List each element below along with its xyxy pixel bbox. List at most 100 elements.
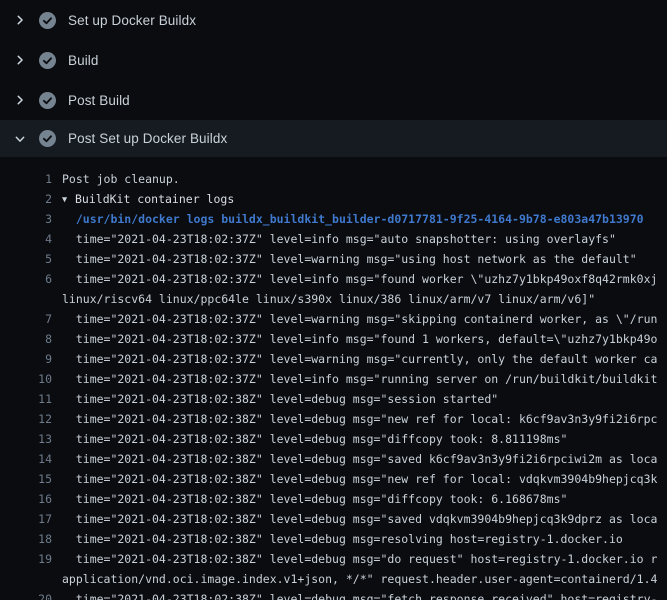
chevron-icon[interactable]: [12, 52, 28, 68]
log-line-text: time="2021-04-23T18:02:38Z" level=debug …: [62, 429, 567, 449]
log-line-number[interactable]: 16: [0, 489, 52, 509]
log-line: 4 time="2021-04-23T18:02:37Z" level=info…: [0, 229, 667, 249]
log-line-text: time="2021-04-23T18:02:38Z" level=debug …: [62, 489, 567, 509]
log-text: /usr/bin/docker logs buildx_buildkit_bui…: [62, 212, 644, 226]
log-line: 7 time="2021-04-23T18:02:37Z" level=warn…: [0, 309, 667, 329]
log-text: time="2021-04-23T18:02:37Z" level=warnin…: [62, 252, 637, 266]
log-line: 20 time="2021-04-23T18:02:38Z" level=deb…: [0, 589, 667, 600]
check-circle-icon: [39, 52, 56, 69]
log-line-text: time="2021-04-23T18:02:38Z" level=debug …: [62, 409, 657, 429]
log-text: time="2021-04-23T18:02:38Z" level=debug …: [62, 392, 498, 406]
log-line-number[interactable]: 4: [0, 229, 52, 249]
log-lines: 1 Post job cleanup. 2 ▼BuildKit containe…: [0, 157, 667, 600]
log-text: application/vnd.oci.image.index.v1+json,…: [62, 572, 657, 586]
log-line-text: time="2021-04-23T18:02:37Z" level=warnin…: [62, 309, 657, 329]
log-line-number[interactable]: 17: [0, 509, 52, 529]
log-line-number[interactable]: 11: [0, 389, 52, 409]
check-circle-icon: [39, 12, 56, 29]
log-text: BuildKit container logs: [75, 192, 234, 206]
log-text: time="2021-04-23T18:02:37Z" level=warnin…: [62, 352, 657, 366]
log-line-text: time="2021-04-23T18:02:37Z" level=warnin…: [62, 249, 637, 269]
log-line-number[interactable]: 13: [0, 429, 52, 449]
log-line-number[interactable]: 19: [0, 549, 52, 569]
log-line-text: linux/riscv64 linux/ppc64le linux/s390x …: [62, 289, 595, 309]
log-text: time="2021-04-23T18:02:38Z" level=debug …: [62, 552, 657, 566]
step-label: Build: [68, 53, 99, 68]
log-line: linux/riscv64 linux/ppc64le linux/s390x …: [0, 289, 667, 309]
log-text: time="2021-04-23T18:02:38Z" level=debug …: [62, 492, 567, 506]
chevron-icon[interactable]: [12, 131, 28, 147]
log-line-text: time="2021-04-23T18:02:37Z" level=info m…: [62, 369, 657, 389]
log-group-toggle-icon[interactable]: ▼: [62, 190, 75, 210]
log-line-number[interactable]: 9: [0, 349, 52, 369]
log-line-number[interactable]: 20: [0, 589, 52, 600]
log-line-number[interactable]: [0, 289, 52, 309]
log-line-number[interactable]: 3: [0, 209, 52, 229]
log-line-text: time="2021-04-23T18:02:38Z" level=debug …: [62, 509, 657, 529]
chevron-icon[interactable]: [12, 12, 28, 28]
log-text: time="2021-04-23T18:02:38Z" level=debug …: [62, 452, 657, 466]
log-line-text: time="2021-04-23T18:02:37Z" level=info m…: [62, 329, 657, 349]
log-text: time="2021-04-23T18:02:38Z" level=debug …: [62, 532, 623, 546]
log-line-text: /usr/bin/docker logs buildx_buildkit_bui…: [62, 209, 644, 229]
step-header[interactable]: Set up Docker Buildx: [0, 0, 667, 40]
actions-log-viewer: Set up Docker Buildx Build P: [0, 0, 667, 600]
log-line-text: time="2021-04-23T18:02:38Z" level=debug …: [62, 469, 657, 489]
log-text: time="2021-04-23T18:02:37Z" level=warnin…: [62, 312, 657, 326]
log-line: application/vnd.oci.image.index.v1+json,…: [0, 569, 667, 589]
log-line-text: time="2021-04-23T18:02:38Z" level=debug …: [62, 549, 657, 569]
log-line-text: time="2021-04-23T18:02:37Z" level=warnin…: [62, 349, 657, 369]
log-line-text: time="2021-04-23T18:02:38Z" level=debug …: [62, 529, 623, 549]
step-header[interactable]: Post Set up Docker Buildx: [0, 120, 667, 157]
step-header[interactable]: Build: [0, 40, 667, 80]
log-text: time="2021-04-23T18:02:37Z" level=info m…: [62, 272, 657, 286]
log-line-text: time="2021-04-23T18:02:37Z" level=info m…: [62, 269, 657, 289]
log-line: 14 time="2021-04-23T18:02:38Z" level=deb…: [0, 449, 667, 469]
log-line: 12 time="2021-04-23T18:02:38Z" level=deb…: [0, 409, 667, 429]
log-line: 3 /usr/bin/docker logs buildx_buildkit_b…: [0, 209, 667, 229]
log-line-text: Post job cleanup.: [62, 169, 180, 189]
log-line-number[interactable]: 8: [0, 329, 52, 349]
log-line-number[interactable]: 10: [0, 369, 52, 389]
step-label: Post Set up Docker Buildx: [68, 131, 227, 146]
log-line: 18 time="2021-04-23T18:02:38Z" level=deb…: [0, 529, 667, 549]
log-line-number[interactable]: 15: [0, 469, 52, 489]
step-header[interactable]: Post Build: [0, 80, 667, 120]
log-text: time="2021-04-23T18:02:37Z" level=info m…: [62, 372, 657, 386]
log-line-number[interactable]: 7: [0, 309, 52, 329]
log-line-number[interactable]: 6: [0, 269, 52, 289]
log-line-text: ▼BuildKit container logs: [62, 189, 234, 209]
log-line-text: time="2021-04-23T18:02:37Z" level=info m…: [62, 229, 616, 249]
log-line: 19 time="2021-04-23T18:02:38Z" level=deb…: [0, 549, 667, 569]
log-line: 9 time="2021-04-23T18:02:37Z" level=warn…: [0, 349, 667, 369]
log-line: 1 Post job cleanup.: [0, 169, 667, 189]
log-text: Post job cleanup.: [62, 172, 180, 186]
log-line: 5 time="2021-04-23T18:02:37Z" level=warn…: [0, 249, 667, 269]
log-line: 15 time="2021-04-23T18:02:38Z" level=deb…: [0, 469, 667, 489]
check-circle-icon: [39, 92, 56, 109]
log-line: 11 time="2021-04-23T18:02:38Z" level=deb…: [0, 389, 667, 409]
log-text: time="2021-04-23T18:02:38Z" level=debug …: [62, 412, 657, 426]
log-line: 17 time="2021-04-23T18:02:38Z" level=deb…: [0, 509, 667, 529]
log-line: 2 ▼BuildKit container logs: [0, 189, 667, 209]
chevron-icon[interactable]: [12, 92, 28, 108]
log-line-text: application/vnd.oci.image.index.v1+json,…: [62, 569, 657, 589]
log-line-number[interactable]: 1: [0, 169, 52, 189]
step-label: Post Build: [68, 93, 130, 108]
log-text: linux/riscv64 linux/ppc64le linux/s390x …: [62, 292, 595, 306]
log-line: 10 time="2021-04-23T18:02:37Z" level=inf…: [0, 369, 667, 389]
steps-list: Set up Docker Buildx Build P: [0, 0, 667, 157]
log-text: time="2021-04-23T18:02:37Z" level=info m…: [62, 332, 657, 346]
log-line-number[interactable]: 14: [0, 449, 52, 469]
log-line-text: time="2021-04-23T18:02:38Z" level=debug …: [62, 389, 498, 409]
log-line-number[interactable]: 2: [0, 189, 52, 209]
log-line-number[interactable]: 12: [0, 409, 52, 429]
check-circle-icon: [39, 130, 56, 147]
log-line-number[interactable]: 18: [0, 529, 52, 549]
log-line-text: time="2021-04-23T18:02:38Z" level=debug …: [62, 589, 657, 600]
log-line-number[interactable]: 5: [0, 249, 52, 269]
log-line: 13 time="2021-04-23T18:02:38Z" level=deb…: [0, 429, 667, 449]
step-label: Set up Docker Buildx: [68, 13, 196, 28]
log-line-number[interactable]: [0, 569, 52, 589]
log-text: time="2021-04-23T18:02:38Z" level=debug …: [62, 472, 657, 486]
